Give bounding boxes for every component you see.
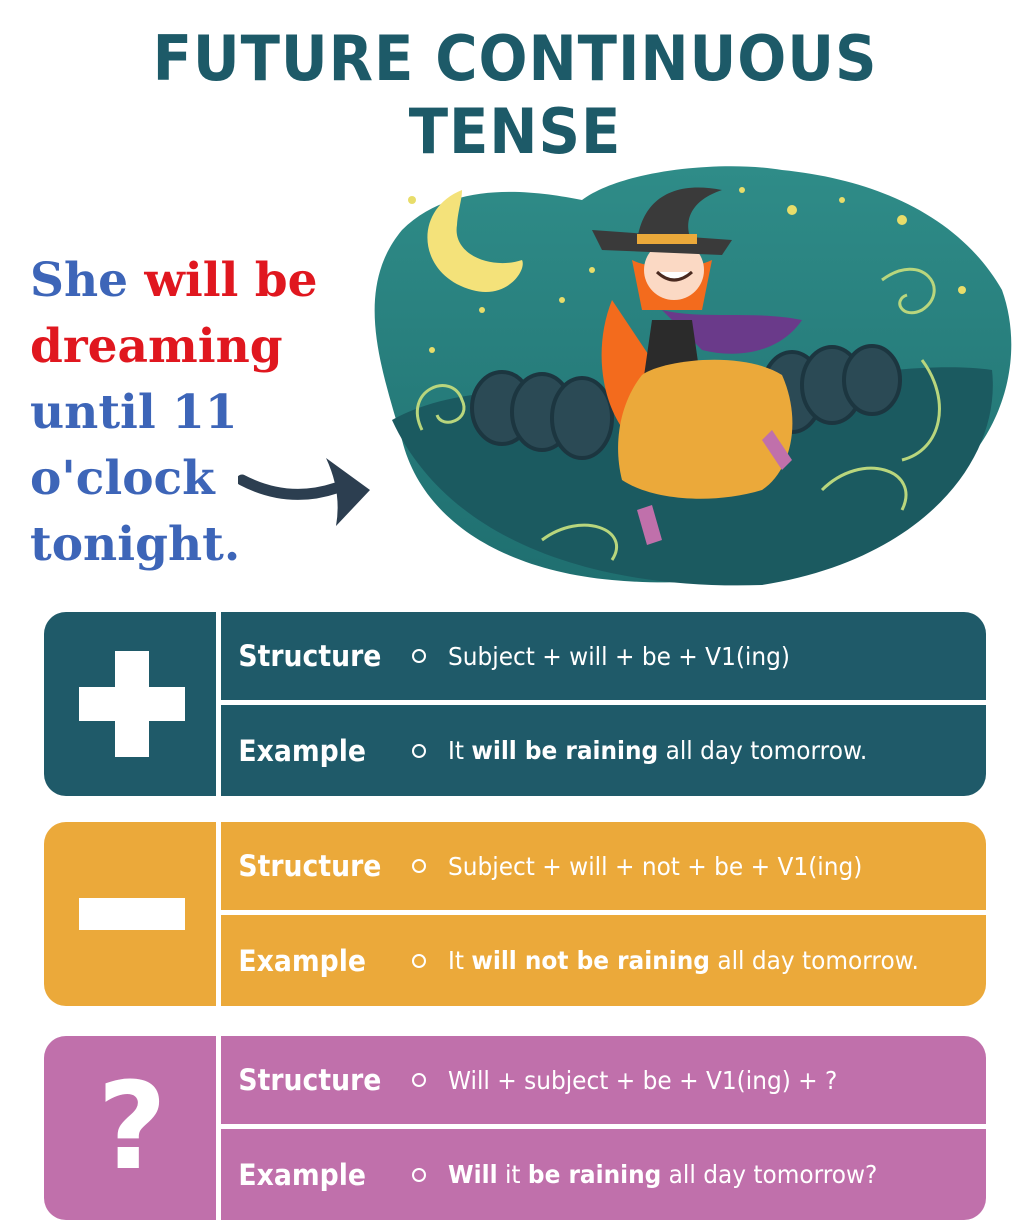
example-label: Example <box>238 1157 366 1192</box>
sentence-auxiliary: will be <box>144 253 318 308</box>
minus-icon <box>44 822 220 1006</box>
sentence-time: until 11 o'clock <box>30 385 238 506</box>
right-arrow-icon <box>238 458 370 526</box>
positive-panel: Structure Subject + will + be + V1(ing) … <box>44 612 986 796</box>
example-row: Example Will it be raining all day tomor… <box>220 1129 986 1220</box>
bullet-icon <box>412 1073 426 1087</box>
structure-label: Structure <box>238 1063 382 1097</box>
witch-illustration <box>374 166 1012 586</box>
structure-text: Subject + will + not + be + V1(ing) <box>448 851 863 881</box>
bullet-icon <box>412 1167 426 1182</box>
example-label: Example <box>238 943 366 978</box>
page-title: FUTURE CONTINUOUS TENSE <box>152 22 878 168</box>
sentence-subject: She <box>30 253 145 308</box>
sentence-end: tonight. <box>30 517 241 572</box>
example-row: Example It will not be raining all day t… <box>220 915 986 1006</box>
question-panel: ? Structure Will + subject + be + V1(ing… <box>44 1036 986 1220</box>
structure-label: Structure <box>238 639 382 673</box>
negative-panel: Structure Subject + will + not + be + V1… <box>44 822 986 1006</box>
plus-icon <box>44 612 220 796</box>
example-row: Example It will be raining all day tomor… <box>220 705 986 796</box>
example-label: Example <box>238 733 366 768</box>
structure-row: Structure Will + subject + be + V1(ing) … <box>220 1036 986 1124</box>
structure-row: Structure Subject + will + be + V1(ing) <box>220 612 986 700</box>
example-text: Will it be raining all day tomorrow? <box>448 1160 878 1189</box>
bullet-icon <box>412 953 426 968</box>
structure-text: Subject + will + be + V1(ing) <box>448 641 790 671</box>
bullet-icon <box>412 649 426 663</box>
example-text: It will be raining all day tomorrow. <box>448 736 868 765</box>
example-text: It will not be raining all day tomorrow. <box>448 946 919 975</box>
sentence-verb: dreaming <box>30 319 283 374</box>
bullet-icon <box>412 859 426 873</box>
structure-text: Will + subject + be + V1(ing) + ? <box>448 1065 838 1095</box>
structure-row: Structure Subject + will + not + be + V1… <box>220 822 986 910</box>
structure-label: Structure <box>238 849 382 883</box>
question-mark-icon: ? <box>97 1058 167 1197</box>
bullet-icon <box>412 743 426 758</box>
